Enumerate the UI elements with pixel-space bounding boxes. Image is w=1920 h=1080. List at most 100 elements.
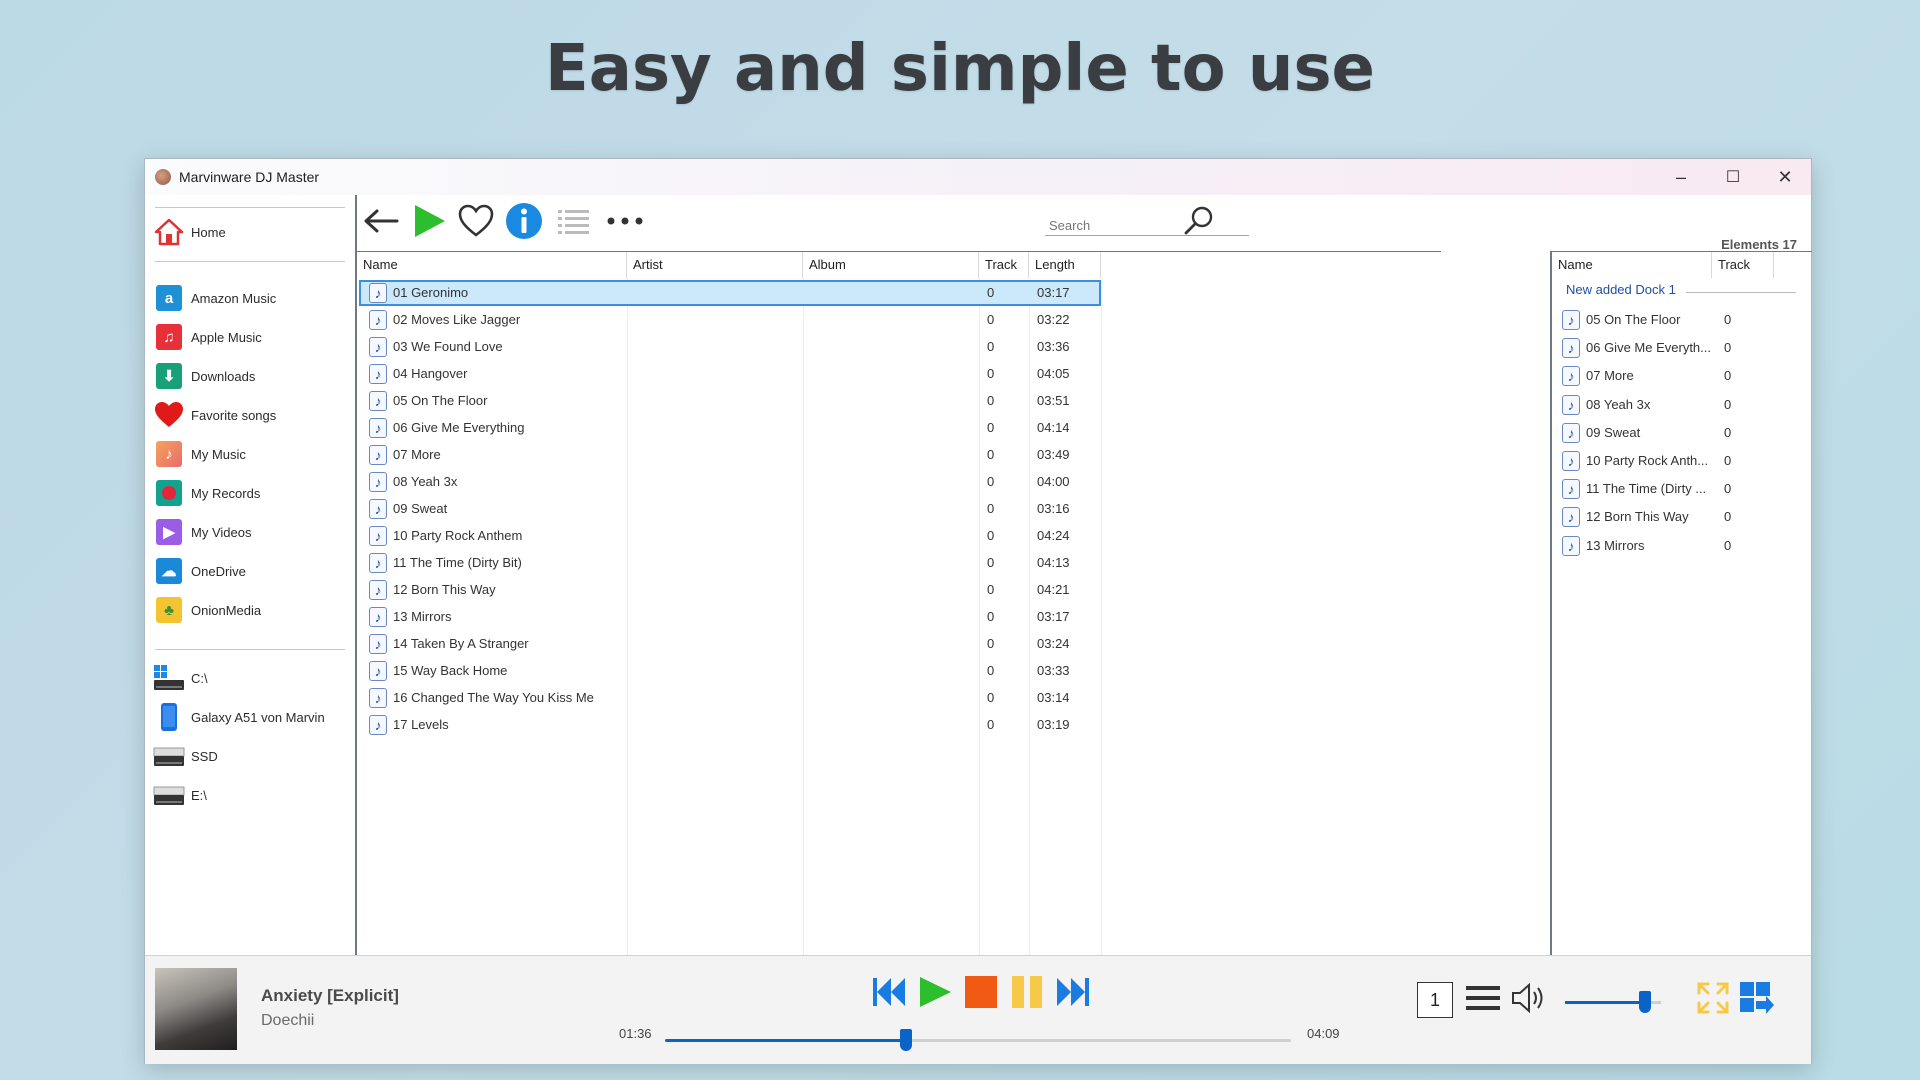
player-play-button[interactable]: [915, 972, 955, 1012]
sidebar-item-galaxy-phone[interactable]: Galaxy A51 von Marvin: [153, 700, 353, 734]
music-note-icon: ♪: [369, 364, 387, 384]
sidebar-item-amazon-music[interactable]: a Amazon Music: [153, 281, 353, 315]
sidebar-item-ssd[interactable]: SSD: [153, 739, 353, 773]
cell-name: 01 Geronimo: [393, 285, 469, 300]
sidebar-item-downloads[interactable]: ⬇ Downloads: [153, 359, 353, 393]
cell-artist: [635, 658, 805, 684]
table-row[interactable]: ♪ 07 More 0 03:49: [359, 442, 1101, 468]
table-row[interactable]: ♪ 01 Geronimo 0 03:17: [359, 280, 1101, 306]
playlist-menu-button[interactable]: [1463, 978, 1503, 1018]
sidebar-divider: [155, 649, 345, 650]
volume-slider[interactable]: [1565, 991, 1661, 1013]
total-time: 04:09: [1307, 1026, 1340, 1041]
sidebar-item-drive-c[interactable]: C:\: [153, 661, 353, 695]
table-row[interactable]: ♪ 10 Party Rock Anthem 0 04:24: [359, 523, 1101, 549]
table-row[interactable]: ♪ 05 On The Floor 0 03:51: [359, 388, 1101, 414]
sidebar-item-my-records[interactable]: My Records: [153, 476, 353, 510]
more-options-button[interactable]: [603, 201, 647, 241]
dock-list-item[interactable]: ♪ 06 Give Me Everyth... 0: [1558, 334, 1808, 362]
sidebar-item-drive-e[interactable]: E:\: [153, 778, 353, 812]
table-row[interactable]: ♪ 11 The Time (Dirty Bit) 0 04:13: [359, 550, 1101, 576]
column-header-track[interactable]: Track: [979, 252, 1029, 278]
dock-column-header-track[interactable]: Track: [1712, 252, 1774, 278]
table-row[interactable]: ♪ 16 Changed The Way You Kiss Me 0 03:14: [359, 685, 1101, 711]
dock-list-item[interactable]: ♪ 05 On The Floor 0: [1558, 306, 1808, 334]
table-row[interactable]: ♪ 04 Hangover 0 04:05: [359, 361, 1101, 387]
next-button[interactable]: [1053, 972, 1093, 1012]
cell-track: 0: [987, 501, 995, 516]
dock-list-item[interactable]: ♪ 10 Party Rock Anth... 0: [1558, 447, 1808, 475]
volume-button[interactable]: [1509, 978, 1549, 1018]
cell-track: 0: [987, 285, 995, 300]
column-header-length[interactable]: Length: [1029, 252, 1101, 278]
dock-column-header-name[interactable]: Name: [1552, 252, 1712, 278]
progress-bar[interactable]: [665, 1029, 1291, 1051]
window-title: Marvinware DJ Master: [179, 169, 320, 185]
cell-track: 0: [987, 420, 995, 435]
sidebar-item-label: E:\: [191, 787, 207, 803]
table-row[interactable]: ♪ 14 Taken By A Stranger 0 03:24: [359, 631, 1101, 657]
onedrive-icon: ☁: [156, 558, 182, 584]
cell-album: [811, 496, 981, 522]
cell-album: [811, 631, 981, 657]
dock-list-item[interactable]: ♪ 12 Born This Way 0: [1558, 503, 1808, 531]
sidebar-item-apple-music[interactable]: ♫ Apple Music: [153, 320, 353, 354]
back-button[interactable]: [361, 201, 401, 241]
dock-list-item[interactable]: ♪ 11 The Time (Dirty ... 0: [1558, 475, 1808, 503]
column-header-name[interactable]: Name: [357, 252, 627, 278]
table-row[interactable]: ♪ 08 Yeah 3x 0 04:00: [359, 469, 1101, 495]
table-row[interactable]: ♪ 15 Way Back Home 0 03:33: [359, 658, 1101, 684]
progress-handle[interactable]: [900, 1029, 912, 1051]
cell-album: [811, 523, 981, 549]
sidebar-item-home[interactable]: Home: [153, 215, 353, 249]
table-row[interactable]: ♪ 13 Mirrors 0 03:17: [359, 604, 1101, 630]
sidebar-item-onionmedia[interactable]: ♣ OnionMedia: [153, 593, 353, 627]
cell-track: 0: [987, 690, 995, 705]
table-row[interactable]: ♪ 02 Moves Like Jagger 0 03:22: [359, 307, 1101, 333]
minimize-button[interactable]: –: [1655, 159, 1707, 195]
dock-list-item[interactable]: ♪ 08 Yeah 3x 0: [1558, 391, 1808, 419]
music-note-icon: ♪: [369, 337, 387, 357]
search-button[interactable]: [1181, 201, 1217, 241]
dock-list-item[interactable]: ♪ 09 Sweat 0: [1558, 419, 1808, 447]
column-header-artist[interactable]: Artist: [627, 252, 803, 278]
music-note-icon: ♪: [1562, 479, 1580, 500]
search-input[interactable]: [1045, 215, 1249, 236]
stop-button[interactable]: [961, 972, 1001, 1012]
mini-player-button[interactable]: [1737, 978, 1777, 1018]
table-row[interactable]: ♪ 03 We Found Love 0 03:36: [359, 334, 1101, 360]
volume-handle[interactable]: [1638, 991, 1651, 1013]
sidebar-item-my-music[interactable]: ♪ My Music: [153, 437, 353, 471]
table-row[interactable]: ♪ 06 Give Me Everything 0 04:14: [359, 415, 1101, 441]
maximize-button[interactable]: ☐: [1707, 159, 1759, 195]
music-note-icon: ♪: [369, 715, 387, 735]
cell-name: 06 Give Me Everything: [393, 420, 525, 435]
previous-button[interactable]: [869, 972, 909, 1012]
dock-list-item[interactable]: ♪ 13 Mirrors 0: [1558, 532, 1808, 560]
cell-name: 17 Levels: [393, 717, 449, 732]
info-button[interactable]: [503, 201, 545, 241]
fullscreen-button[interactable]: [1693, 978, 1733, 1018]
cell-artist: [635, 523, 805, 549]
sidebar-item-favorite-songs[interactable]: Favorite songs: [153, 398, 353, 432]
cell-artist: [635, 307, 805, 333]
close-button[interactable]: ✕: [1759, 159, 1811, 195]
table-row[interactable]: ♪ 17 Levels 0 03:19: [359, 712, 1101, 738]
play-button[interactable]: [409, 201, 449, 241]
cell-name: 15 Way Back Home: [393, 663, 508, 678]
sidebar-item-my-videos[interactable]: ▶ My Videos: [153, 515, 353, 549]
column-header-album[interactable]: Album: [803, 252, 979, 278]
dock-list-item[interactable]: ♪ 07 More 0: [1558, 362, 1808, 390]
queue-number-button[interactable]: 1: [1417, 982, 1453, 1018]
cell-artist: [635, 280, 805, 306]
pause-button[interactable]: [1007, 972, 1047, 1012]
cell-album: [811, 685, 981, 711]
headline: Easy and simple to use: [545, 32, 1375, 106]
table-row[interactable]: ♪ 12 Born This Way 0 04:21: [359, 577, 1101, 603]
dock-group-label[interactable]: New added Dock 1: [1566, 282, 1676, 297]
favorite-button[interactable]: [455, 201, 497, 241]
list-view-button[interactable]: [553, 201, 595, 241]
sidebar-item-onedrive[interactable]: ☁ OneDrive: [153, 554, 353, 588]
cell-artist: [635, 469, 805, 495]
table-row[interactable]: ♪ 09 Sweat 0 03:16: [359, 496, 1101, 522]
